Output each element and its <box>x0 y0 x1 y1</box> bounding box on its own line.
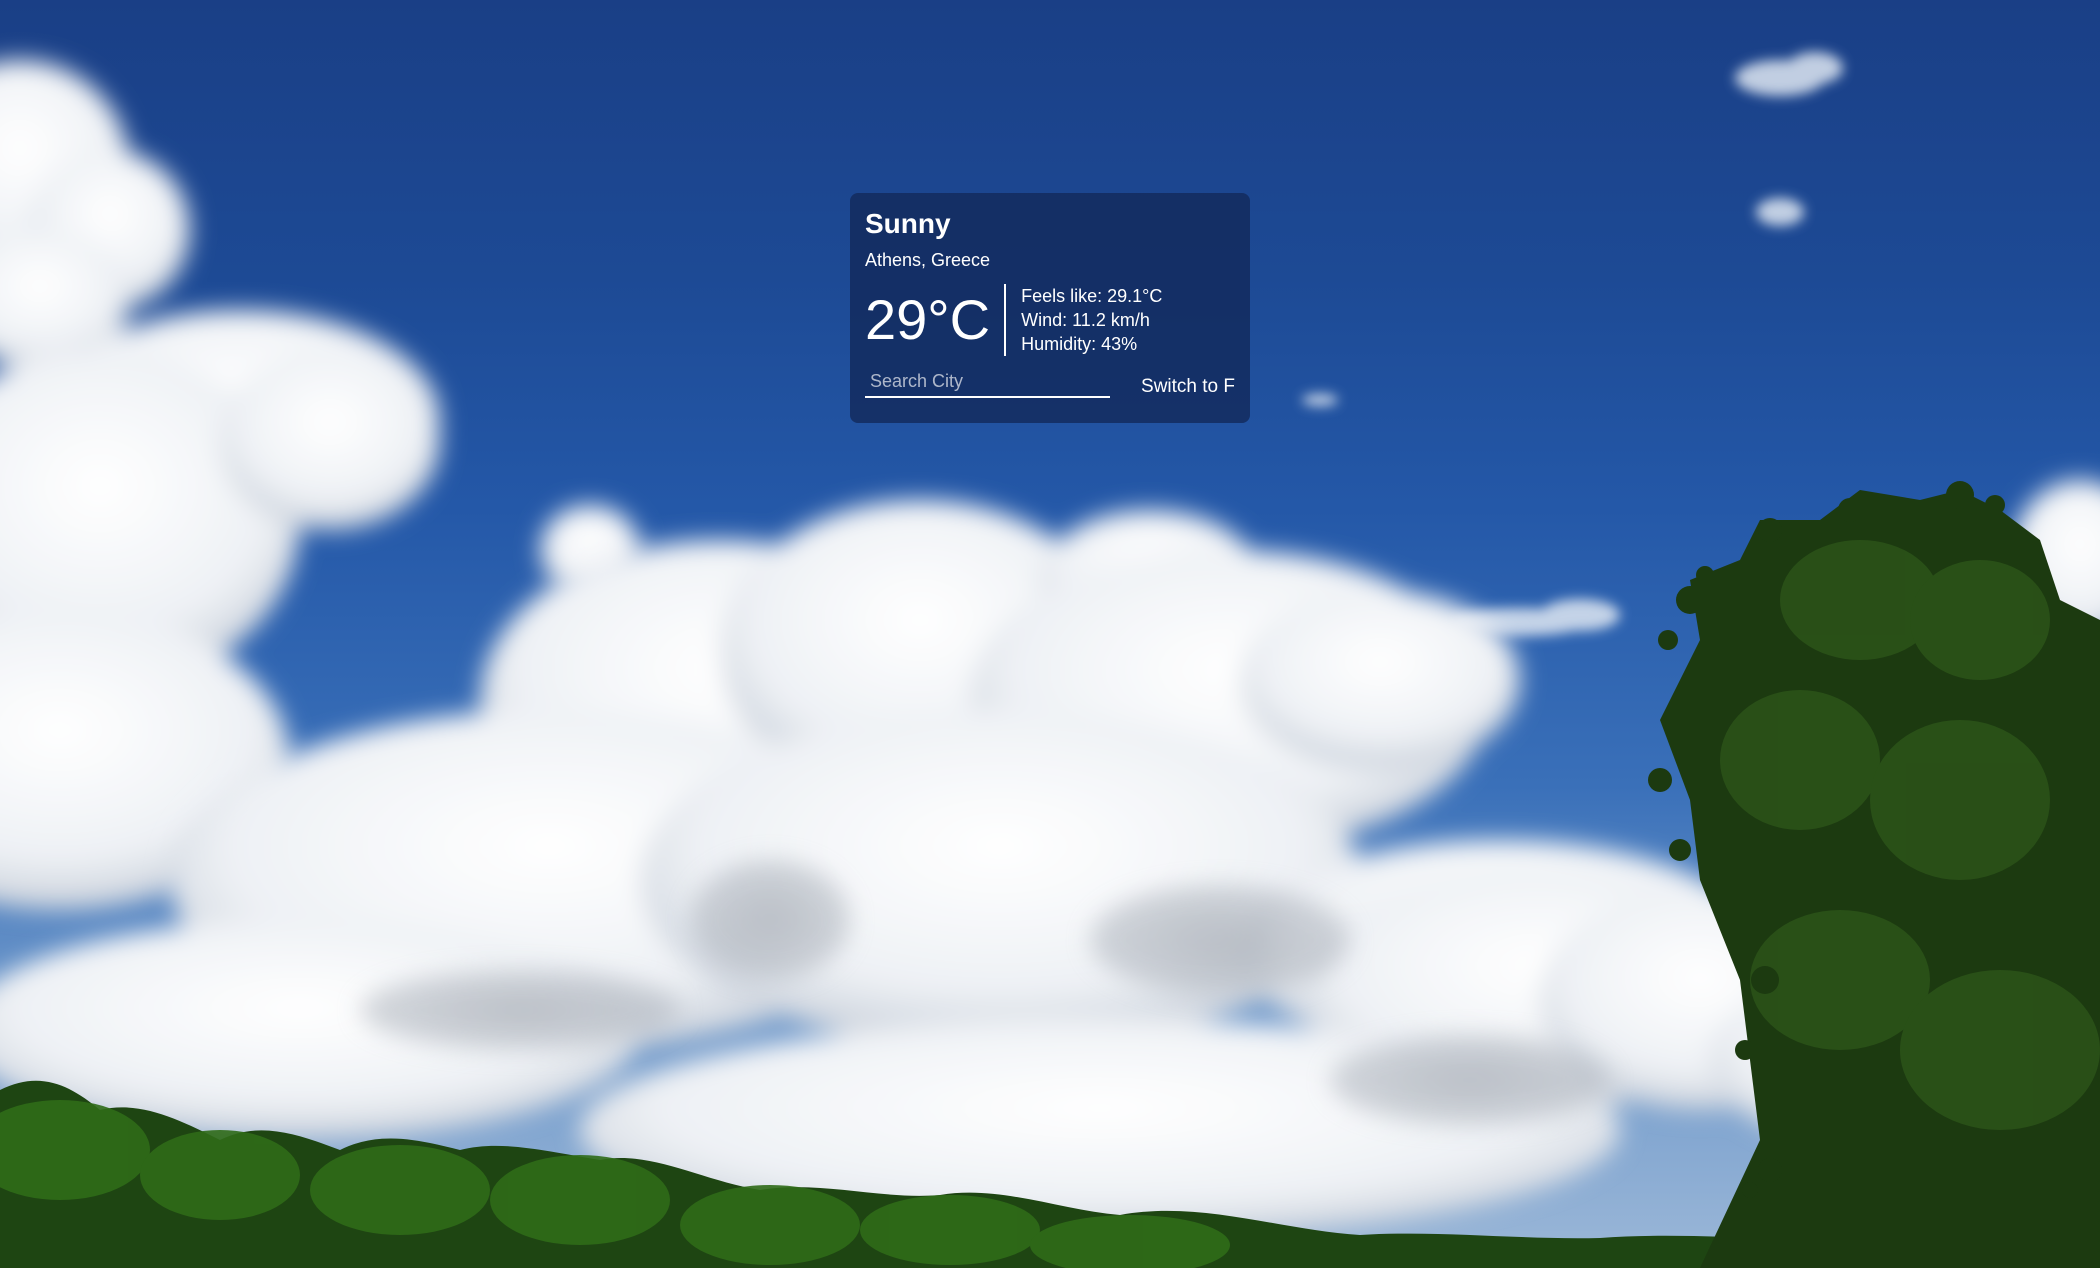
humidity-text: Humidity: 43% <box>1021 334 1138 354</box>
sky-clouds-trees-image <box>0 52 2100 1268</box>
temperature-value: 29°C <box>865 288 991 351</box>
weather-condition: Sunny <box>865 208 951 239</box>
feels-like-text: Feels like: 29.1°C <box>1021 286 1163 306</box>
wind-text: Wind: 11.2 km/h <box>1021 310 1150 330</box>
location-label: Athens, Greece <box>865 250 991 270</box>
card-controls: Switch to F <box>865 369 1235 398</box>
switch-unit-button[interactable]: Switch to F <box>1141 376 1235 398</box>
search-city-input[interactable] <box>865 369 1110 396</box>
weather-details: Feels like: 29.1°C Wind: 11.2 km/h Humid… <box>1021 284 1162 356</box>
weather-card: Sunny Athens, Greece 29°C Feels like: 29… <box>850 193 1250 423</box>
divider <box>1004 284 1007 356</box>
weather-readout: 29°C Feels like: 29.1°C Wind: 11.2 km/h … <box>865 283 1235 357</box>
search-field-wrapper <box>865 369 1110 398</box>
background-scene <box>0 0 2100 1268</box>
